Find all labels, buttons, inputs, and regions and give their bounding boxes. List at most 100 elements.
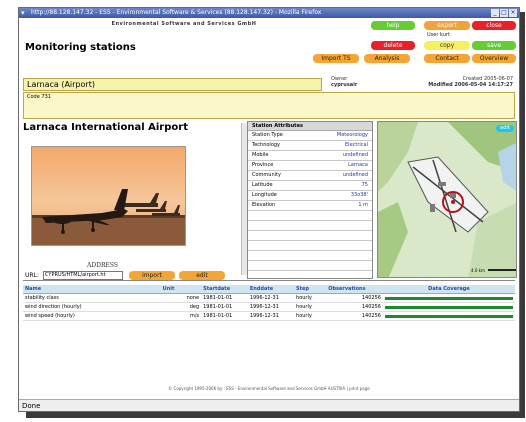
station-map[interactable]: edit 4.0 km <box>377 121 517 278</box>
attribute-row: Province Larnaca <box>248 161 372 171</box>
column-header[interactable]: Startdate <box>201 285 248 294</box>
attribute-row: Longitude 33o38' <box>248 191 372 201</box>
browser-window: ▾ http://88.128.147.32 - ESS - Environme… <box>18 7 520 412</box>
attribute-key: Mobile <box>252 152 269 158</box>
owner-value: cyprusair <box>331 82 358 88</box>
company-banner: Environmental Software and Services GmbH <box>111 21 257 27</box>
title-bar: ▾ http://88.128.147.32 - ESS - Environme… <box>19 8 519 18</box>
table-cell-start: 1981-01-01 <box>201 311 248 321</box>
attribute-row: Station Type Meteorology <box>248 131 372 141</box>
table-row[interactable]: stability class none 1981-01-01 1996-12-31 h… <box>23 293 515 303</box>
save-button[interactable]: save <box>472 41 516 50</box>
table-cell-obs: 140256 <box>326 293 383 303</box>
attribute-row: Elevation 1 m <box>248 201 372 211</box>
coverage-cell <box>382 302 515 312</box>
analysis-button[interactable]: Analysis <box>364 54 410 63</box>
coverage-bar <box>384 296 513 300</box>
table-cell-end: 1996-12-31 <box>247 293 295 303</box>
column-header[interactable]: Unit <box>160 285 202 294</box>
overview-button[interactable]: Overview <box>472 54 516 63</box>
code-field[interactable]: Code 731 <box>23 92 515 119</box>
window-shadow <box>520 12 525 413</box>
close-button[interactable]: close <box>472 21 516 30</box>
import-ts-button[interactable]: Import TS <box>313 54 359 63</box>
attribute-value[interactable]: undefined <box>343 151 368 160</box>
attribute-row: Community undefined <box>248 171 372 181</box>
maximize-icon[interactable]: □ <box>500 9 508 17</box>
station-code: Code 731 <box>27 94 51 100</box>
attribute-value[interactable]: Electrical <box>345 141 368 150</box>
attribute-row: Latitude 75 <box>248 181 372 191</box>
url-input[interactable]: CYPRUS/HTML/airport.ht <box>43 271 123 280</box>
attribute-empty-row <box>248 261 372 271</box>
export-button[interactable]: export <box>424 21 470 30</box>
window-shadow <box>26 412 525 418</box>
table-cell-name: wind direction (hourly) <box>23 302 161 312</box>
attribute-key: Station Type <box>252 132 283 138</box>
close-window-icon[interactable]: × <box>509 9 517 17</box>
edit-button[interactable]: edit <box>179 271 225 280</box>
attribute-empty-row <box>248 231 372 241</box>
table-cell-obs: 140256 <box>326 302 383 312</box>
date-block: Created 2005-06-07 Modified 2006-05-04 1… <box>428 76 513 88</box>
column-header: Data Coverage <box>382 285 515 294</box>
owner-block: Owner cyprusair <box>331 76 357 88</box>
attribute-value[interactable]: undefined <box>343 171 368 180</box>
attribute-key: Technology <box>252 142 281 148</box>
attribute-key: Province <box>252 162 274 168</box>
attribute-key: Latitude <box>252 182 273 188</box>
coverage-cell <box>382 293 515 303</box>
station-name-field[interactable]: Larnaca (Airport) <box>23 78 322 91</box>
attribute-value[interactable]: 75 <box>362 181 368 190</box>
table-cell-end: 1996-12-31 <box>247 302 295 312</box>
minimize-icon[interactable]: _ <box>491 9 499 17</box>
table-cell-name: stability class <box>23 293 161 303</box>
address-label: ADDRESS <box>87 262 118 269</box>
attribute-key: Longitude <box>252 192 277 198</box>
table-cell-start: 1981-01-01 <box>201 293 248 303</box>
map-edit-button[interactable]: edit <box>496 125 514 132</box>
window-menu-icon[interactable]: ▾ <box>21 9 29 17</box>
attribute-empty-row <box>248 211 372 221</box>
map-scale-label: 4.0 km <box>471 268 485 273</box>
help-button[interactable]: help <box>371 21 415 30</box>
url-label: URL: <box>25 272 39 279</box>
import-button[interactable]: import <box>129 271 175 280</box>
attributes-title: Station Attributes <box>248 122 372 131</box>
coverage-cell <box>382 311 515 321</box>
modified-date: Modified 2006-05-04 14:17:27 <box>428 82 513 88</box>
attribute-row: Technology Electrical <box>248 141 372 151</box>
station-heading: Larnaca International Airport <box>23 122 188 133</box>
attribute-value[interactable]: 1 m <box>358 201 368 210</box>
table-cell-step: hourly <box>294 293 327 303</box>
coverage-bar <box>384 314 513 318</box>
table-row[interactable]: wind speed (hourly) m/s 1981-01-01 1996-12-… <box>23 311 515 321</box>
contact-button[interactable]: Contact <box>424 54 470 63</box>
column-header[interactable]: Name <box>23 285 161 294</box>
table-cell-start: 1981-01-01 <box>201 302 248 312</box>
window-title: http://88.128.147.32 - ESS - Environment… <box>31 9 322 16</box>
column-header[interactable]: Enddate <box>247 285 295 294</box>
table-cell-unit: deg <box>160 302 202 312</box>
table-cell-obs: 140256 <box>326 311 383 321</box>
attribute-row: Mobile undefined <box>248 151 372 161</box>
column-header[interactable]: Step <box>294 285 327 294</box>
attribute-key: Elevation <box>252 202 276 208</box>
coverage-bar <box>384 305 513 309</box>
table-cell-step: hourly <box>294 311 327 321</box>
attribute-value[interactable]: Larnaca <box>348 161 368 170</box>
status-bar: Done <box>19 399 519 411</box>
copy-button[interactable]: copy <box>424 41 470 50</box>
attribute-empty-row <box>248 221 372 231</box>
page-content: Environmental Software and Services GmbH… <box>19 18 519 401</box>
attribute-value[interactable]: 33o38' <box>351 191 368 200</box>
airport-photo <box>31 146 186 246</box>
attribute-empty-row <box>248 241 372 251</box>
observations-table: Name Unit Startdate Enddate Step Observations… <box>23 285 515 321</box>
attribute-value[interactable]: Meteorology <box>337 131 368 140</box>
footer-text: © Copyright 1995-2006 by : ESS - Environ… <box>168 386 370 391</box>
divider <box>23 280 515 281</box>
delete-button[interactable]: delete <box>371 41 415 50</box>
column-header[interactable]: Observations <box>326 285 383 294</box>
table-row[interactable]: wind direction (hourly) deg 1981-01-01 1996… <box>23 302 515 312</box>
